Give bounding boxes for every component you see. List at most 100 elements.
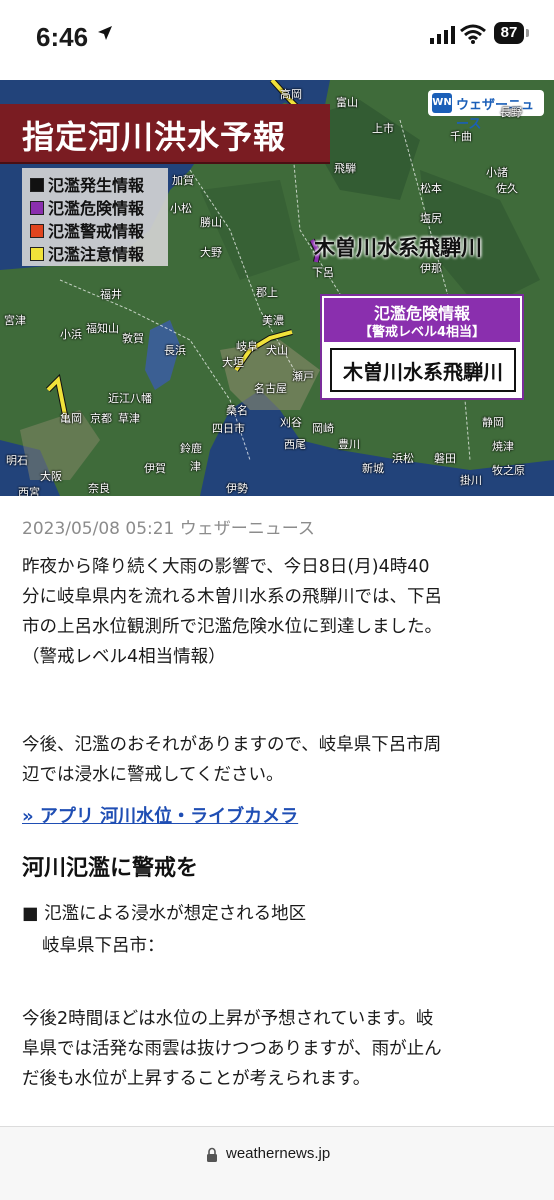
map-place-label: 豊川 — [338, 438, 360, 451]
legend-label: 氾濫発生情報 — [48, 176, 145, 195]
legend-swatch — [30, 201, 44, 215]
article-paragraph: 今後2時間ほどは水位の上昇が予想されています。岐 阜県では活発な雨雲は抜けつつあ… — [22, 1004, 534, 1094]
battery-icon: 87 — [494, 22, 524, 44]
map-place-label: 大阪 — [40, 470, 62, 483]
alert-level-box: 氾濫危険情報 【警戒レベル4相当】 木曽川水系飛騨川 — [320, 294, 524, 400]
map-place-label: 静岡 — [482, 416, 504, 429]
browser-url[interactable]: weathernews.jp — [226, 1145, 330, 1162]
map-place-label: 焼津 — [492, 440, 514, 453]
map-place-label: 新城 — [362, 462, 384, 475]
paragraph-line: 市の上呂水位観測所で氾濫危険水位に到達しました。 — [22, 617, 442, 637]
map-place-label: 千曲 — [450, 130, 472, 143]
map-title: 指定河川洪水予報 — [22, 118, 287, 156]
article-paragraph: 今後、氾濫のおそれがありますので、岐阜県下呂市周 辺では浸水に警戒してください。 — [22, 730, 534, 790]
map-place-label: 美濃 — [262, 314, 284, 327]
legend-swatch — [30, 178, 44, 192]
river-name-label: 木曽川水系飛騨川 — [314, 236, 482, 260]
map-place-label: 富山 — [336, 96, 358, 109]
legend-item: 氾濫発生情報 — [28, 172, 168, 195]
legend-item: 氾濫危険情報 — [28, 195, 168, 218]
map-place-label: 福知山 — [86, 322, 119, 335]
legend-swatch — [30, 224, 44, 238]
paragraph-line: （警戒レベル4相当情報） — [22, 647, 226, 667]
bullet-item: ■ 氾濫による浸水が想定される地区 — [22, 904, 307, 924]
map-place-label: 勝山 — [200, 216, 222, 229]
map-place-label: 高岡 — [280, 88, 302, 101]
map-place-label: 福井 — [100, 288, 122, 301]
map-place-label: 西尾 — [284, 438, 306, 451]
map-place-label: 飛騨 — [334, 162, 356, 175]
status-bar: 6:46 87 — [0, 0, 554, 80]
legend-swatch — [30, 247, 44, 261]
article-paragraph: 昨夜から降り続く大雨の影響で、今日8日(月)4時40 分に岐阜県内を流れる木曽川… — [22, 552, 534, 672]
map-place-label: 岡崎 — [312, 422, 334, 435]
map-place-label: 小松 — [170, 202, 192, 215]
cellular-signal-icon — [430, 26, 455, 44]
map-place-label: 加賀 — [172, 174, 194, 187]
map-place-label: 岐阜 — [236, 340, 258, 353]
map-place-label: 奈良 — [88, 482, 110, 495]
paragraph-line: 昨夜から降り続く大雨の影響で、今日8日(月)4時40 — [22, 557, 430, 577]
map-place-label: 小浜 — [60, 328, 82, 341]
map-place-label: 長浜 — [164, 344, 186, 357]
map-place-label: 西宮 — [18, 486, 40, 496]
map-place-label: 上市 — [372, 122, 394, 135]
map-place-label: 伊那 — [420, 262, 442, 275]
map-place-label: 鈴鹿 — [180, 442, 202, 455]
map-place-label: 近江八幡 — [108, 392, 152, 405]
map-place-label: 松本 — [420, 182, 442, 195]
status-time: 6:46 — [36, 22, 89, 52]
article-meta: 2023/05/08 05:21 ウェザーニュース — [22, 519, 315, 539]
flood-forecast-map: 指定河川洪水予報 WN ウェザーニュース 氾濫発生情報 氾濫危険情報 氾濫警戒情… — [0, 80, 554, 496]
map-place-label: 磐田 — [434, 452, 456, 465]
map-place-label: 津 — [190, 460, 201, 473]
legend-label: 氾濫注意情報 — [48, 245, 145, 264]
app-river-camera-link[interactable]: » アプリ 河川水位・ライブカメラ — [22, 802, 298, 828]
paragraph-line: 阜県では活発な雨雲は抜けつつありますが、雨が止ん — [22, 1039, 442, 1059]
bullet-sub-item: 岐阜県下呂市： — [42, 936, 165, 956]
map-place-label: 瀬戸 — [292, 370, 314, 383]
map-place-label: 下呂 — [312, 266, 334, 279]
map-place-label: 四日市 — [212, 422, 245, 435]
location-arrow-icon — [98, 26, 112, 40]
paragraph-line: 今後2時間ほどは水位の上昇が予想されています。岐 — [22, 1009, 434, 1029]
map-place-label: 宮津 — [4, 314, 26, 327]
paragraph-line: 今後、氾濫のおそれがありますので、岐阜県下呂市周 — [22, 735, 442, 755]
battery-tip — [526, 29, 529, 37]
map-place-label: 犬山 — [266, 344, 288, 357]
map-place-label: 佐久 — [496, 182, 518, 195]
map-legend: 氾濫発生情報 氾濫危険情報 氾濫警戒情報 氾濫注意情報 — [22, 168, 168, 266]
alert-river-box: 木曽川水系飛騨川 — [330, 348, 516, 392]
map-place-label: 伊勢 — [226, 482, 248, 495]
map-place-label: 明石 — [6, 454, 28, 467]
paragraph-line: だ後も水位が上昇することが考えられます。 — [22, 1069, 371, 1089]
map-place-label: 名古屋 — [254, 382, 287, 395]
paragraph-line: 辺では浸水に警戒してください。 — [22, 765, 284, 785]
map-place-label: 小諸 — [486, 166, 508, 179]
map-place-label: 掛川 — [460, 474, 482, 487]
map-place-label: 桑名 — [226, 404, 248, 417]
map-place-label: 塩尻 — [420, 212, 442, 225]
map-title-banner: 指定河川洪水予報 — [0, 104, 330, 162]
lock-icon — [207, 1147, 217, 1162]
alert-level-sub: 【警戒レベル4相当】 — [358, 325, 486, 340]
weathernews-logo: WN ウェザーニュース — [428, 90, 544, 132]
alert-river-name: 木曽川水系飛騨川 — [343, 360, 503, 384]
browser-url-bar[interactable]: weathernews.jp — [0, 1126, 554, 1200]
map-place-label: 草津 — [118, 412, 140, 425]
legend-item: 氾濫注意情報 — [28, 241, 168, 264]
map-place-label: 長野 — [500, 106, 522, 119]
section-heading: 河川氾濫に警戒を — [22, 856, 199, 881]
map-place-label: 大野 — [200, 246, 222, 259]
map-place-label: 伊賀 — [144, 462, 166, 475]
paragraph-line: 分に岐阜県内を流れる木曽川水系の飛騨川では、下呂 — [22, 587, 442, 607]
weathernews-logo-mark: WN — [432, 93, 452, 113]
map-place-label: 牧之原 — [492, 464, 525, 477]
wifi-icon — [460, 24, 486, 44]
legend-label: 氾濫危険情報 — [48, 199, 145, 218]
map-place-label: 刈谷 — [280, 416, 302, 429]
legend-label: 氾濫警戒情報 — [48, 222, 145, 241]
map-place-label: 敦賀 — [122, 332, 144, 345]
map-place-label: 郡上 — [256, 286, 278, 299]
map-place-label: 京都 — [90, 412, 112, 425]
